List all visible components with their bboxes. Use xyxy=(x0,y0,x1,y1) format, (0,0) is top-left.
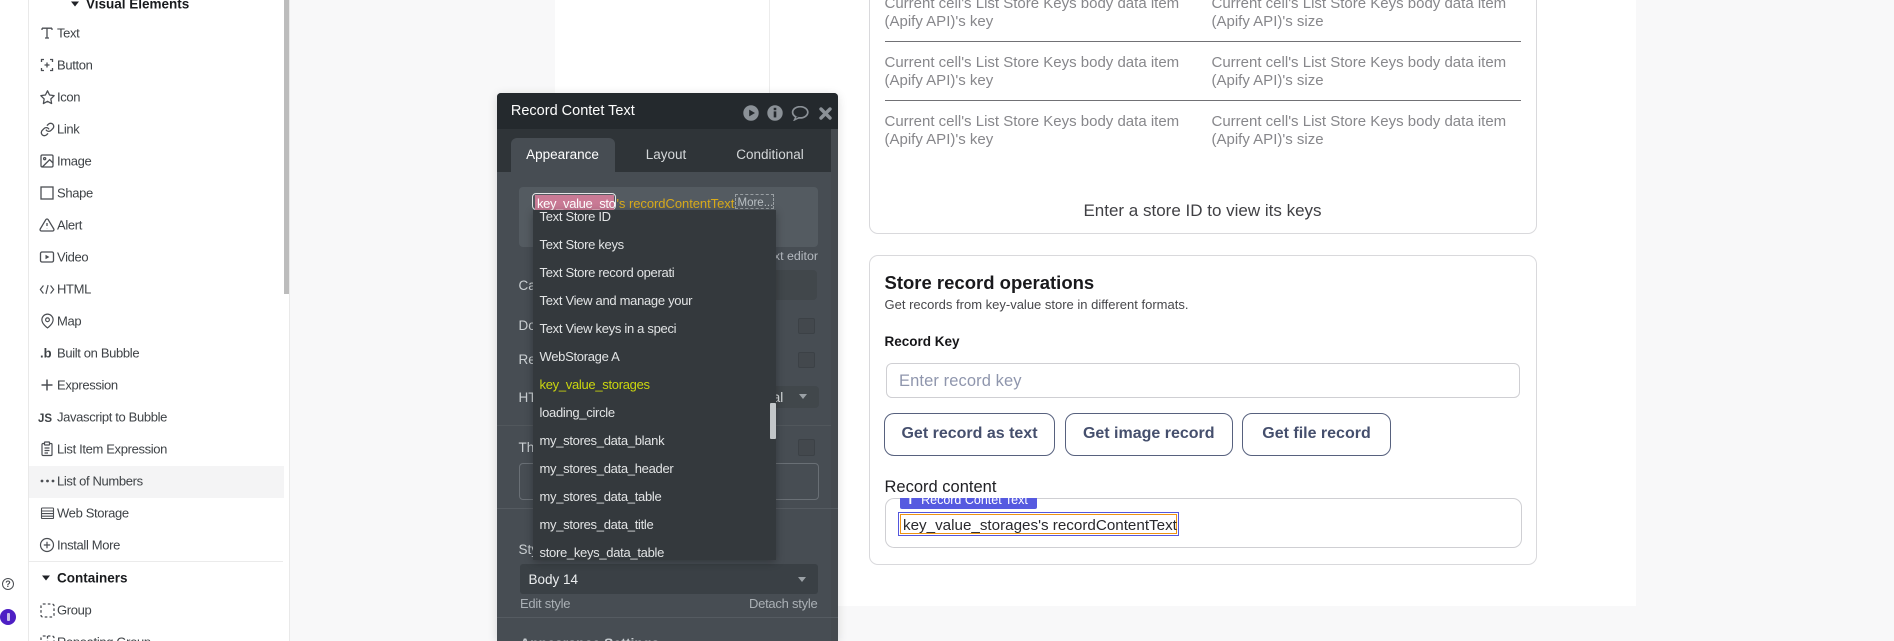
svg-text:.b: .b xyxy=(40,346,52,361)
svg-text:JS: JS xyxy=(38,413,52,424)
